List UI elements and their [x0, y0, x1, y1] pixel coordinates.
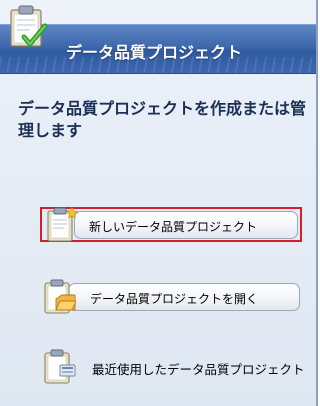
panel-title: データ品質プロジェクト: [66, 43, 243, 62]
recent-projects-icon: [44, 349, 76, 384]
open-folder-icon: [44, 279, 76, 314]
open-project-label: データ品質プロジェクトを開く: [90, 292, 259, 306]
page: データ品質プロジェクト データ品質プロジェクトを作成または管理します 新しいデー…: [0, 0, 318, 406]
new-project-label: 新しいデータ品質プロジェクト: [89, 220, 258, 234]
recent-projects-action[interactable]: 最近使用したデータ品質プロジェクト: [44, 349, 314, 391]
recent-projects-label: 最近使用したデータ品質プロジェクト: [92, 362, 305, 377]
new-project-action[interactable]: 新しいデータ品質プロジェクト: [44, 206, 298, 243]
open-project-action[interactable]: データ品質プロジェクトを開く: [44, 279, 300, 315]
panel-subtitle: データ品質プロジェクトを作成または管理します: [18, 99, 307, 140]
new-document-icon: [47, 206, 78, 242]
data-quality-project-panel: データ品質プロジェクト データ品質プロジェクトを作成または管理します 新しいデー…: [0, 0, 318, 406]
clipboard-check-icon: [10, 5, 48, 47]
